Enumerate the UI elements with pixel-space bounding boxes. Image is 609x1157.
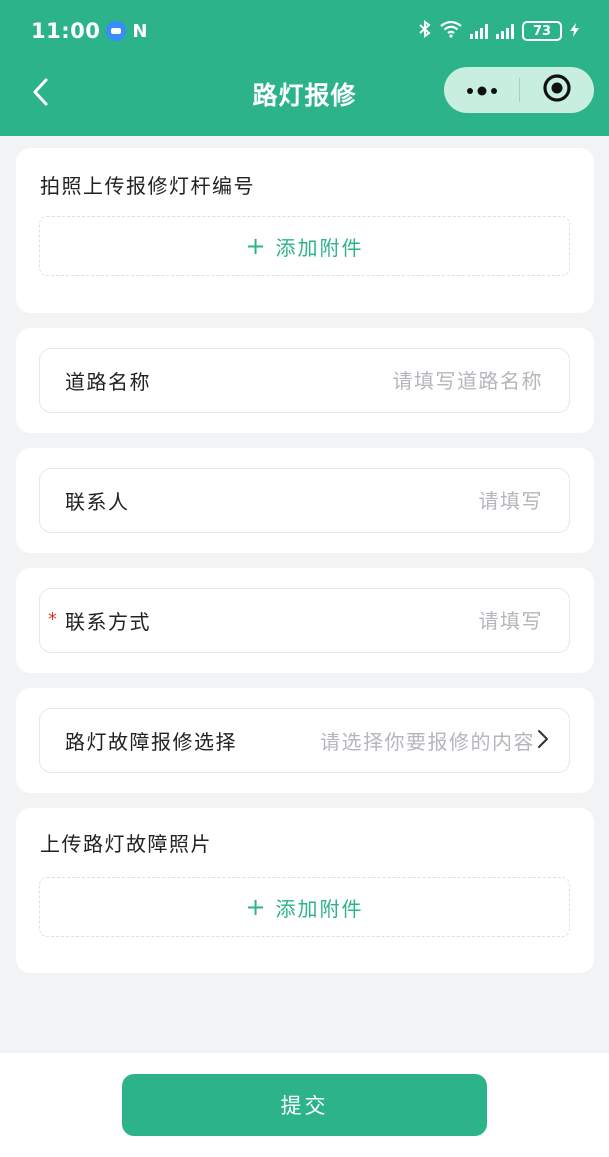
bluetooth-icon	[418, 20, 432, 42]
more-button[interactable]	[444, 67, 519, 113]
contact-method-card: * 联系方式	[16, 568, 594, 673]
road-name-card: 道路名称	[16, 328, 594, 433]
nav-bar: 路灯报修	[0, 62, 609, 126]
chevron-left-icon	[32, 78, 48, 110]
submit-button[interactable]: 提交	[122, 1074, 487, 1136]
mini-program-capsule	[444, 67, 594, 113]
battery-icon: 73	[522, 21, 562, 41]
fault-photo-card: 上传路灯故障照片 + 添加附件	[16, 808, 594, 973]
wifi-icon	[440, 20, 462, 42]
contact-person-label: 联系人	[65, 490, 130, 514]
signal-icon	[470, 23, 488, 39]
add-attachment-label: 添加附件	[275, 235, 364, 260]
contact-person-field: 联系人	[39, 468, 570, 533]
road-name-field: 道路名称	[39, 348, 570, 413]
close-button[interactable]	[520, 67, 594, 113]
status-bar: 11:00 N 73	[0, 0, 609, 62]
header: 11:00 N 73 路灯报修	[0, 0, 609, 136]
target-circle-icon	[542, 73, 572, 107]
nfc-icon: N	[132, 20, 148, 42]
add-fault-attachment-button[interactable]: + 添加附件	[39, 877, 570, 937]
contact-person-card: 联系人	[16, 448, 594, 553]
add-attachment-label: 添加附件	[275, 896, 364, 921]
back-button[interactable]	[26, 76, 54, 112]
page-title: 路灯报修	[252, 81, 357, 110]
more-dots-icon	[465, 81, 499, 100]
fault-select-card: 路灯故障报修选择 请选择你要报修的内容	[16, 688, 594, 793]
fault-photo-title: 上传路灯故障照片	[40, 832, 212, 856]
contact-method-label: 联系方式	[65, 610, 151, 634]
contact-person-input[interactable]	[243, 488, 543, 513]
road-name-input[interactable]	[243, 368, 543, 393]
plus-icon: +	[245, 893, 268, 921]
fault-select-label: 路灯故障报修选择	[65, 730, 237, 754]
pole-photo-card: 拍照上传报修灯杆编号 + 添加附件	[16, 148, 594, 313]
contact-method-input[interactable]	[243, 608, 543, 633]
fault-select-placeholder: 请选择你要报修的内容	[320, 730, 535, 754]
status-time: 11:00	[31, 19, 101, 43]
plus-icon: +	[245, 232, 268, 260]
chevron-right-icon	[537, 729, 549, 753]
add-attachment-button[interactable]: + 添加附件	[39, 216, 570, 276]
charging-icon	[570, 22, 579, 41]
message-icon	[106, 21, 127, 41]
road-name-label: 道路名称	[65, 370, 151, 394]
signal-icon	[496, 23, 514, 39]
pole-photo-title: 拍照上传报修灯杆编号	[40, 174, 255, 198]
fault-select-field[interactable]: 路灯故障报修选择 请选择你要报修的内容	[39, 708, 570, 773]
contact-method-field: * 联系方式	[39, 588, 570, 653]
bottom-bar: 提交	[0, 1053, 609, 1157]
required-mark: *	[48, 609, 57, 630]
app-screen: 11:00 N 73 路灯报修 拍照上传报修灯杆编号 + 添加附件 道路名称 请…	[0, 0, 609, 1157]
